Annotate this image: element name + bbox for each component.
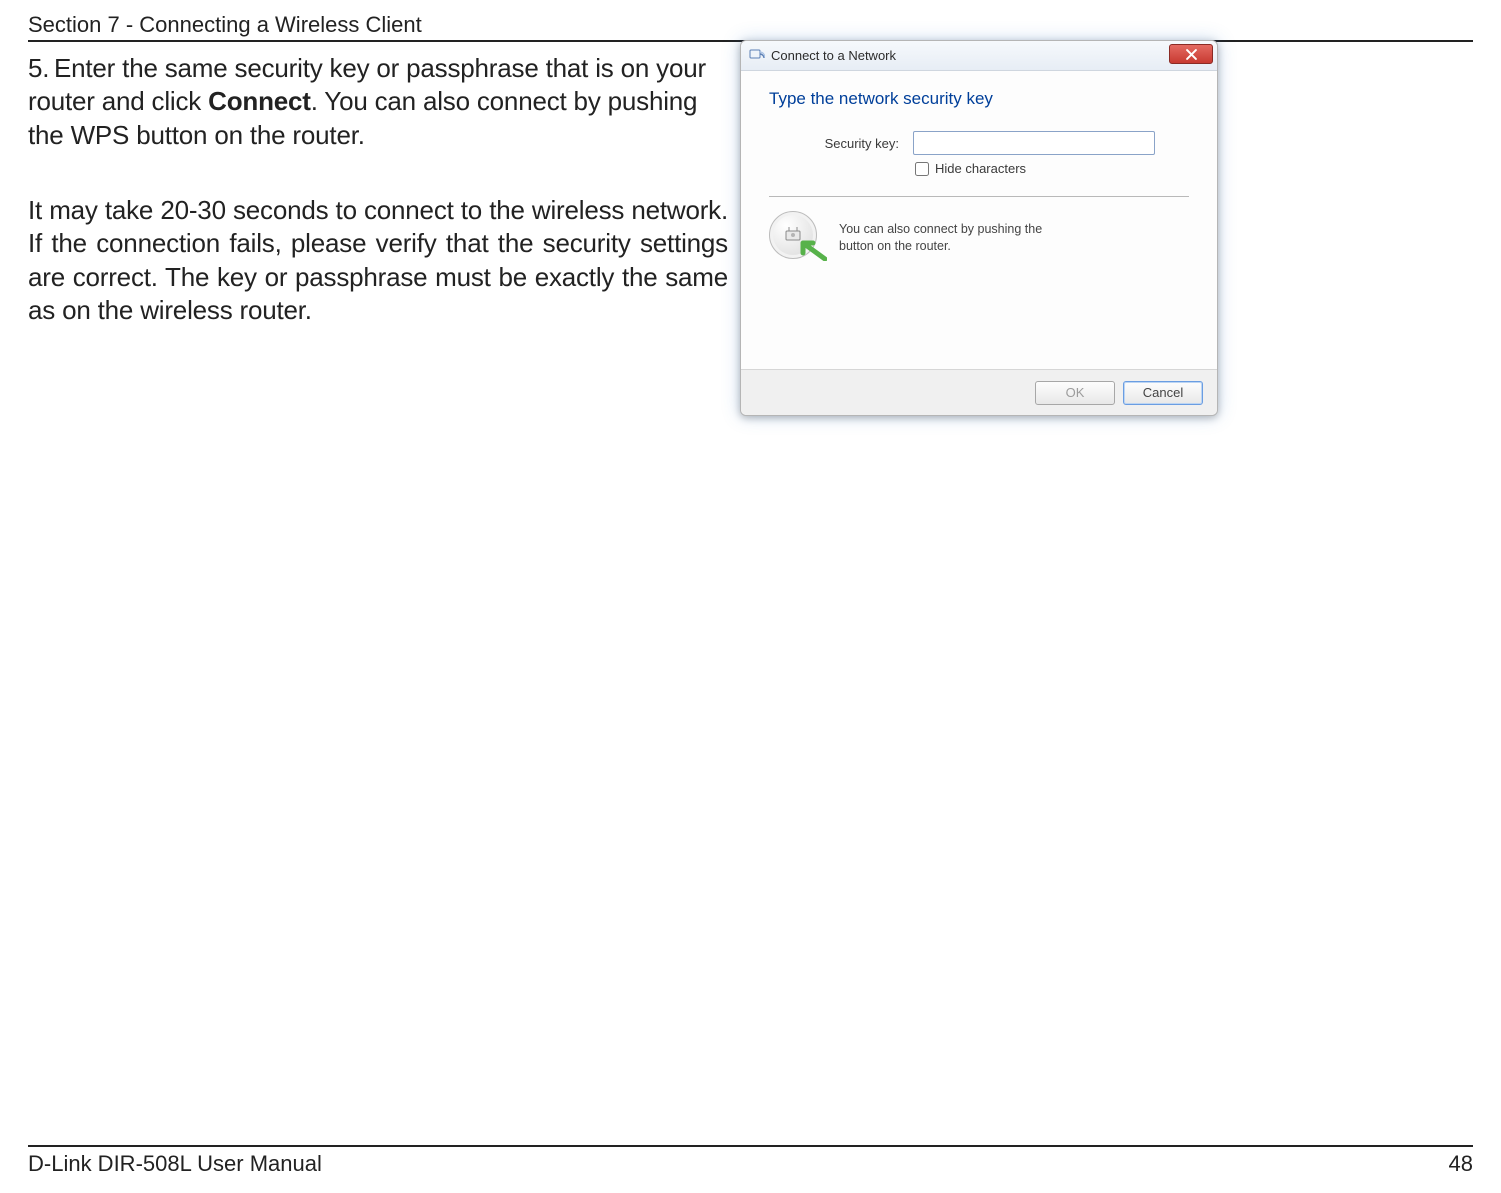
hint-line1: You can also connect by pushing the xyxy=(839,222,1042,236)
ok-button[interactable]: OK xyxy=(1035,381,1115,405)
wps-hint-row: You can also connect by pushing the butt… xyxy=(769,211,1189,265)
network-icon xyxy=(749,48,765,64)
dialog-heading: Type the network security key xyxy=(769,89,1189,109)
close-button[interactable] xyxy=(1169,44,1213,64)
close-icon xyxy=(1186,49,1197,60)
hide-characters-checkbox[interactable] xyxy=(915,162,929,176)
wps-hint-text: You can also connect by pushing the butt… xyxy=(839,221,1042,255)
dialog-body: Type the network security key Security k… xyxy=(741,71,1217,265)
router-hint-icon xyxy=(769,211,823,265)
hint-line2: button on the router. xyxy=(839,239,951,253)
security-key-row: Security key: xyxy=(769,131,1189,155)
footer-manual-title: D-Link DIR-508L User Manual xyxy=(28,1151,322,1177)
hide-characters-row: Hide characters xyxy=(915,161,1189,176)
dialog-titlebar: Connect to a Network xyxy=(741,41,1217,71)
security-key-label: Security key: xyxy=(769,136,899,151)
step5-bold: Connect xyxy=(208,86,311,116)
step-number: 5. xyxy=(28,52,54,85)
hide-characters-label: Hide characters xyxy=(935,161,1026,176)
cancel-button[interactable]: Cancel xyxy=(1123,381,1203,405)
divider xyxy=(769,196,1189,197)
footer-divider xyxy=(28,1145,1473,1147)
arrow-icon xyxy=(799,239,827,261)
section-header: Section 7 - Connecting a Wireless Client xyxy=(28,12,422,38)
step-5-paragraph: 5.Enter the same security key or passphr… xyxy=(28,52,728,152)
page-number: 48 xyxy=(1449,1151,1473,1177)
connect-network-dialog: Connect to a Network Type the network se… xyxy=(740,40,1218,416)
paragraph-2: It may take 20-30 seconds to connect to … xyxy=(28,194,728,327)
dialog-title: Connect to a Network xyxy=(771,48,896,63)
dialog-footer: OK Cancel xyxy=(741,369,1217,415)
security-key-input[interactable] xyxy=(913,131,1155,155)
